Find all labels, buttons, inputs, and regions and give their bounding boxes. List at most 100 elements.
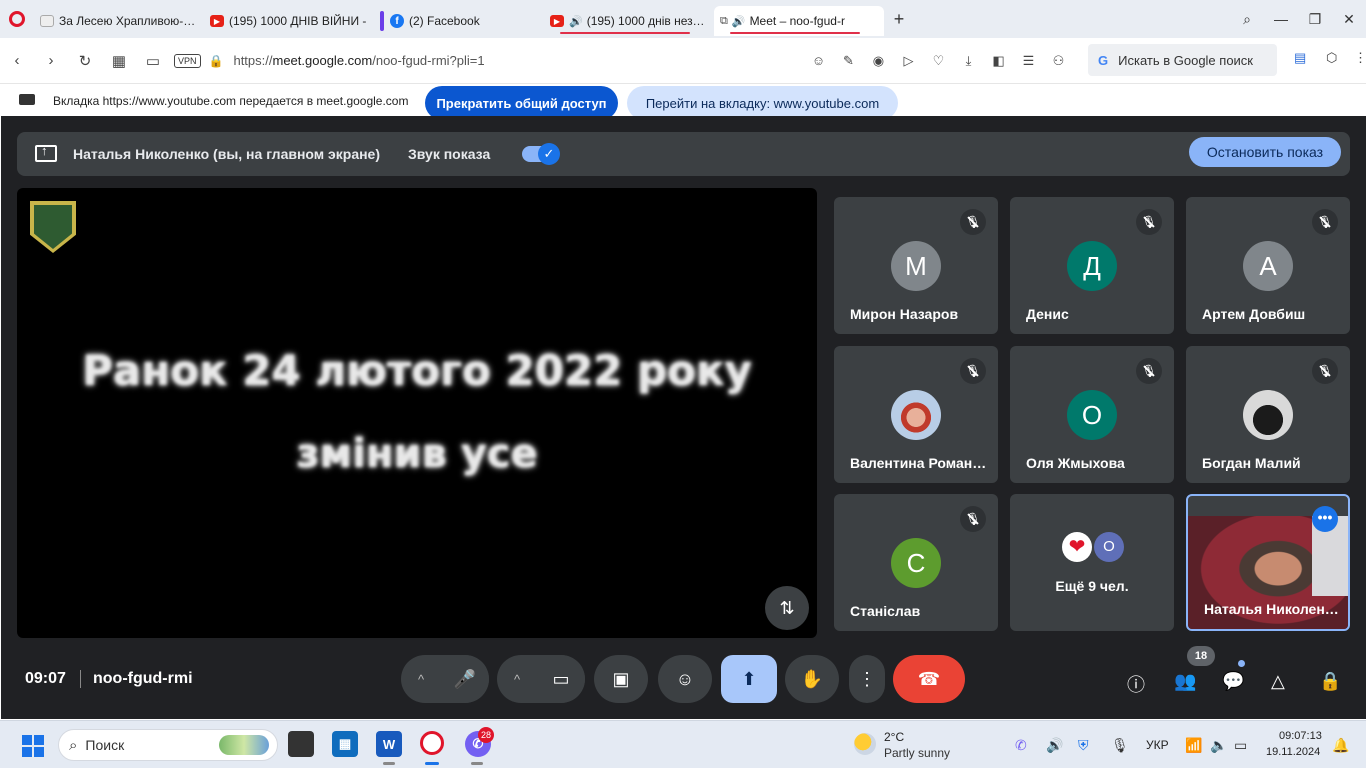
url-host: meet.google.com (272, 53, 373, 68)
video-caption-line-2: змінив усе (296, 431, 538, 477)
back-icon[interactable]: ‹ (0, 52, 34, 69)
more-participants-tile[interactable]: ❤ О Ещё 9 чел. (1010, 494, 1174, 631)
weather-icon[interactable] (854, 733, 876, 755)
opera-taskbar-icon[interactable] (420, 731, 444, 755)
participant-tile[interactable]: 🎙 Богдан Малий (1186, 346, 1350, 483)
google-search-box[interactable]: G Искать в Google поиск (1088, 44, 1277, 76)
clock-date[interactable]: 19.11.2024 (1266, 746, 1320, 758)
speaker-icon[interactable]: 🔊 (569, 15, 583, 28)
participant-tile[interactable]: 🎙 С Станіслав (834, 494, 998, 631)
taskbar-search[interactable]: ⌕ Поиск (58, 729, 278, 761)
heart-icon[interactable]: ♡ (923, 53, 953, 69)
presenter-name: Наталья Николенко (вы, на главном экране… (73, 146, 381, 162)
weather-condition: Partly sunny (884, 746, 951, 760)
captions-button[interactable]: ▣ (594, 655, 648, 703)
video-options-icon[interactable]: ^ (497, 672, 537, 687)
participant-name: Артем Довбиш (1202, 306, 1306, 322)
chat-icon[interactable]: 💬 (1222, 671, 1244, 692)
menu-icon[interactable]: ⋮ (1354, 50, 1366, 66)
more-options-icon[interactable]: ••• (1312, 506, 1338, 532)
people-icon[interactable]: 👥 (1174, 671, 1196, 692)
meeting-controls: 09:07 noo-fgud-rmi ^ 🎤 ^ ▭ ▣ ☺ ⬆ ✋ ⋮ ☎ ⓘ… (1, 644, 1366, 714)
picture-in-picture-icon[interactable]: ⧉ (720, 15, 728, 28)
search-highlight-image (219, 735, 269, 755)
meeting-code: noo-fgud-rmi (93, 670, 193, 687)
task-view-icon[interactable] (288, 731, 314, 757)
leave-call-button[interactable]: ☎ (893, 655, 965, 703)
volume-tray-icon[interactable]: 🔊 (1046, 737, 1063, 754)
new-tab-button[interactable]: + (884, 9, 914, 30)
opera-logo[interactable] (0, 0, 34, 38)
lock-icon[interactable]: 🔒 (209, 54, 224, 68)
minimize-button[interactable]: — (1264, 11, 1298, 27)
forward-icon[interactable]: › (34, 52, 68, 69)
avatar (1243, 390, 1293, 440)
word-icon[interactable]: W (376, 731, 402, 757)
wifi-icon[interactable]: 📶 (1185, 737, 1202, 754)
notification-bell-icon[interactable]: 🔔 (1332, 737, 1349, 754)
tab-1[interactable]: За Лесею Храпливою-Щу (34, 6, 204, 36)
participant-tile[interactable]: 🎙 А Артем Довбиш (1186, 197, 1350, 334)
participant-tile[interactable]: 🎙 О Оля Жмыхова (1010, 346, 1174, 483)
download-icon[interactable]: ⤓ (953, 53, 983, 69)
emoji-icon[interactable]: ☺ (803, 53, 833, 68)
more-participants-label: Ещё 9 чел. (1055, 578, 1129, 594)
document-icon (40, 15, 54, 27)
search-icon: ⌕ (69, 736, 78, 754)
edit-icon[interactable]: ✎ (833, 53, 863, 69)
tab-separator (380, 11, 384, 31)
close-button[interactable]: ✕ (1332, 11, 1366, 28)
viber-tray-icon[interactable]: ✆ (1015, 737, 1027, 754)
sidebar-icon[interactable]: ▤ (1294, 50, 1306, 66)
audio-options-icon[interactable]: ^ (401, 672, 441, 687)
present-button[interactable]: ⬆ (721, 655, 777, 703)
easy-setup-icon[interactable]: ☰ (1013, 53, 1043, 69)
clock-time[interactable]: 09:07:13 (1279, 730, 1322, 742)
info-icon[interactable]: ⓘ (1127, 671, 1145, 697)
self-video-tile[interactable]: ••• Наталья Николен… (1186, 494, 1350, 631)
security-icon[interactable]: ⛨ (1078, 737, 1089, 754)
tab-4[interactable]: ▶ 🔊 (195) 1000 днів незлам (544, 6, 714, 36)
audio-indicator (560, 32, 690, 34)
battery-icon[interactable]: ▭ (1234, 737, 1247, 754)
reactions-button[interactable]: ☺ (658, 655, 712, 703)
tabs-grid-icon[interactable]: ▦ (102, 52, 136, 70)
go-to-tab-button[interactable]: Перейти на вкладку: www.youtube.com (627, 86, 898, 120)
battery-saver-icon[interactable]: ◧ (983, 53, 1013, 69)
url-field[interactable]: https://meet.google.com/noo-fgud-rmi?pli… (233, 53, 803, 68)
activities-icon[interactable]: △ (1271, 671, 1285, 692)
store-icon[interactable]: ▦ (332, 731, 358, 757)
swap-layout-button[interactable]: ⇅ (765, 586, 809, 630)
speaker-icon[interactable]: 🔊 (732, 15, 746, 28)
microphone-icon[interactable]: 🎙 (1111, 737, 1129, 754)
windows-start-icon[interactable] (22, 735, 44, 757)
mic-control: ^ 🎤 (401, 655, 489, 703)
participant-tile[interactable]: 🎙 М Мирон Назаров (834, 197, 998, 334)
stop-presenting-button[interactable]: Остановить показ (1189, 137, 1341, 167)
tab-2[interactable]: ▶ (195) 1000 ДНІВ ВІЙНИ - (204, 6, 374, 36)
language-indicator[interactable]: УКР (1146, 738, 1169, 752)
extensions-icon[interactable]: ⬡ (1326, 50, 1337, 66)
participant-tile[interactable]: 🎙 Д Денис (1010, 197, 1174, 334)
mic-icon[interactable]: 🎤 (441, 655, 489, 703)
search-tabs-icon[interactable]: ⌕ (1230, 11, 1264, 28)
reload-icon[interactable]: ↻ (68, 52, 102, 70)
send-icon[interactable]: ▷ (893, 53, 923, 69)
camera-icon[interactable]: ▭ (537, 655, 585, 703)
speaker-icon[interactable]: 🔈 (1210, 737, 1227, 754)
raise-hand-button[interactable]: ✋ (785, 655, 839, 703)
stop-sharing-button[interactable]: Прекратить общий доступ (425, 86, 618, 120)
participant-tile[interactable]: 🎙 Валентина Роман… (834, 346, 998, 483)
camera-icon[interactable]: ▭ (136, 52, 170, 70)
snapshot-icon[interactable]: ◉ (863, 53, 893, 69)
tab-3[interactable]: f (2) Facebook (374, 6, 544, 36)
vpn-badge[interactable]: VPN (174, 53, 201, 68)
profile-icon[interactable]: ⚇ (1043, 53, 1073, 69)
sound-toggle[interactable]: ✓ (522, 143, 560, 165)
chat-notification-dot (1238, 660, 1245, 667)
more-options-button[interactable]: ⋮ (849, 655, 885, 703)
restore-button[interactable]: ❐ (1298, 11, 1332, 28)
tab-5[interactable]: ⧉ 🔊 Meet – noo-fgud-r (714, 6, 884, 36)
avatar: А (1243, 241, 1293, 291)
host-controls-icon[interactable]: 🔒 (1319, 671, 1341, 692)
